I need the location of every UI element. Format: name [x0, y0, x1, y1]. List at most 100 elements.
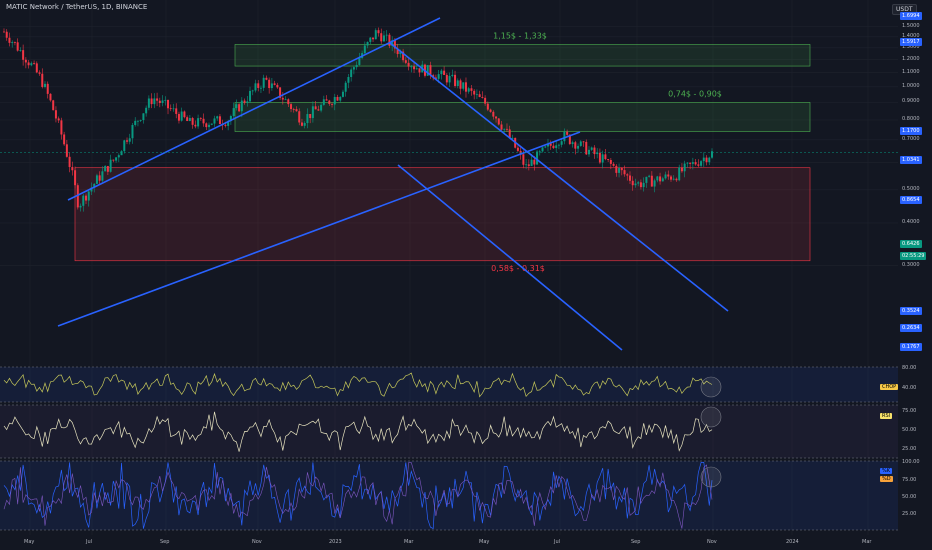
candle-body [538, 151, 541, 153]
candle-body [3, 31, 5, 33]
candle-body [303, 123, 306, 126]
candle-body [87, 191, 90, 201]
candle-body [579, 141, 582, 146]
candle-body [445, 74, 448, 83]
candle-body [626, 174, 629, 176]
candle-body [191, 118, 194, 125]
candle-body [566, 131, 569, 135]
candle-body [322, 99, 325, 105]
candle-body [451, 74, 454, 76]
candle-body [11, 41, 14, 43]
price-axis-label: 1.0000 [902, 82, 920, 89]
candle-body [691, 162, 694, 164]
candle-body [388, 34, 391, 46]
candle-body [560, 141, 563, 145]
candle-body [309, 114, 312, 119]
candle-body [65, 144, 68, 157]
candle-body [123, 140, 126, 152]
price-axis-label: 0.9000 [902, 98, 920, 105]
candle-body [120, 151, 123, 156]
candle-body [46, 83, 49, 94]
candle-body [620, 167, 623, 171]
candle-body [150, 98, 153, 105]
candle-body [339, 96, 342, 101]
candle-body [235, 104, 238, 109]
candle-body [52, 100, 55, 111]
price-axis-label: 0.4000 [902, 218, 920, 225]
candle-body [177, 113, 180, 121]
candle-body [240, 100, 243, 112]
candle-body [645, 176, 648, 183]
candle-body [522, 154, 525, 165]
candle-body [372, 37, 375, 40]
candle-body [385, 34, 388, 36]
candle-body [142, 113, 145, 121]
candle-body [98, 175, 101, 181]
candle-body [555, 145, 558, 149]
price-tag: 02:55:29 [900, 252, 927, 260]
candle-body [54, 110, 57, 119]
candle-body [664, 174, 667, 179]
candle-body [270, 83, 273, 89]
candle-body [33, 63, 36, 64]
candle-body [459, 80, 462, 89]
candle-body [366, 41, 369, 46]
candle-body [139, 120, 142, 121]
candle-body [38, 72, 41, 74]
candle-body [30, 63, 33, 66]
candle-body [484, 97, 487, 104]
stoch-axis-label: 25.00 [902, 511, 917, 517]
candle-body [27, 62, 30, 66]
candle-body [79, 205, 82, 208]
candle-body [292, 109, 295, 110]
zone-label: 1,15$ - 1,33$ [493, 31, 547, 40]
candle-body [557, 144, 560, 146]
candle-body [380, 33, 383, 42]
candle-body [311, 106, 314, 119]
candle-body [183, 111, 186, 118]
candle-body [202, 118, 205, 124]
price-tag: 0.2634 [900, 324, 922, 332]
candle-body [180, 111, 183, 121]
price-tag: 0.1767 [900, 343, 922, 351]
candle-body [467, 88, 470, 92]
time-axis-label: Nov [707, 539, 717, 545]
candle-body [667, 174, 670, 177]
stoch-d-tag: %D [880, 476, 893, 482]
candle-body [659, 176, 662, 182]
candle-body [478, 94, 481, 97]
price-axis-label: 0.7000 [902, 135, 920, 142]
candle-body [333, 96, 336, 105]
stoch-axis-label: 100.00 [902, 459, 920, 465]
candle-body [167, 99, 170, 109]
time-axis-label: Nov [252, 539, 262, 545]
candle-body [213, 118, 216, 124]
candle-body [680, 167, 683, 172]
candle-body [186, 117, 189, 121]
price-axis-label: 1.1000 [902, 68, 920, 75]
candle-body [694, 162, 697, 165]
time-axis-label: 2024 [786, 539, 799, 545]
candle-body [341, 91, 344, 97]
candle-body [134, 120, 137, 125]
candle-body [57, 118, 60, 121]
candle-body [656, 176, 659, 181]
candle-body [711, 151, 713, 158]
candle-body [5, 31, 8, 38]
candle-body [462, 82, 465, 89]
candle-body [249, 90, 252, 102]
candle-body [259, 87, 262, 89]
candle-body [481, 96, 484, 98]
candle-body [257, 83, 260, 88]
candle-body [615, 165, 618, 173]
candle-body [413, 66, 416, 70]
candle-body [147, 98, 150, 108]
price-tag: 1.0341 [900, 156, 922, 164]
candle-body [145, 107, 148, 114]
time-axis-label: Sep [631, 539, 641, 545]
chop-highlight-circle [700, 376, 722, 398]
time-axis-label: Sep [160, 539, 170, 545]
stoch-pane-bg [0, 461, 898, 530]
candle-body [238, 104, 241, 112]
candle-body [131, 124, 134, 139]
